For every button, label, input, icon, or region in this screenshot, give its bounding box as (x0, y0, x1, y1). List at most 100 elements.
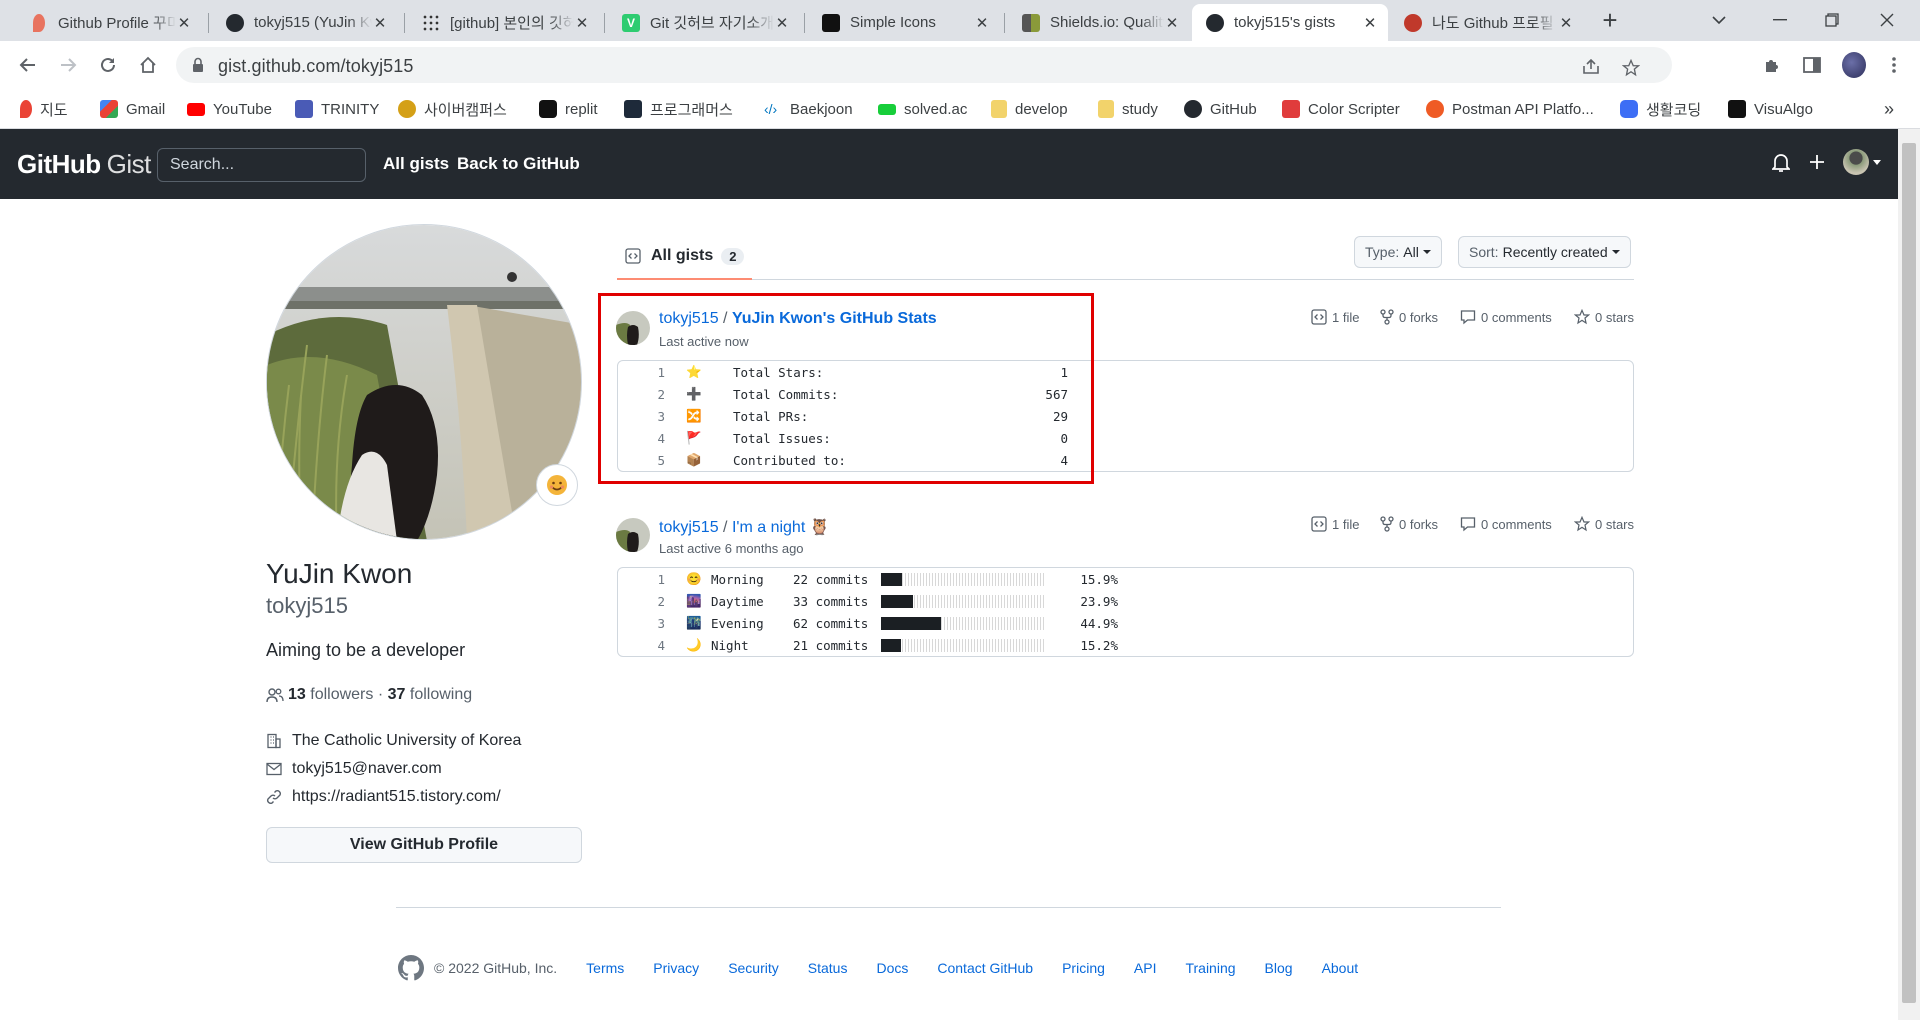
sort-dropdown[interactable]: Sort: Recently created (1458, 236, 1631, 268)
footer-link-blog[interactable]: Blog (1265, 960, 1293, 976)
browser-tab[interactable]: tokyj515 (YuJin Kwon) ✕ (212, 4, 398, 41)
nav-back-to-github[interactable]: Back to GitHub (457, 154, 580, 174)
bookmark-item[interactable]: TRINITY (295, 97, 379, 121)
bookmark-item[interactable]: 프로그래머스 (624, 97, 733, 121)
close-icon[interactable]: ✕ (1362, 14, 1378, 32)
browser-tab-active[interactable]: tokyj515's gists ✕ (1192, 4, 1388, 41)
gist-forks-link[interactable]: 0 forks (1380, 516, 1438, 532)
home-icon[interactable] (136, 53, 160, 77)
close-icon[interactable]: ✕ (372, 14, 388, 32)
back-arrow-icon[interactable] (16, 53, 40, 77)
gist-comments-link[interactable]: 0 comments (1460, 309, 1552, 325)
footer-link-about[interactable]: About (1322, 960, 1359, 976)
footer-link-terms[interactable]: Terms (586, 960, 624, 976)
followers-label: followers (310, 686, 374, 703)
github-octocat-icon[interactable] (398, 955, 424, 981)
footer-link-training[interactable]: Training (1185, 960, 1235, 976)
bookmark-item[interactable]: ‹/› Baekjoon (764, 97, 853, 121)
email-text[interactable]: tokyj515@naver.com (292, 760, 442, 778)
browser-tab[interactable]: 나도 Github 프로필 ✕ (1390, 4, 1584, 41)
gist-comments-link[interactable]: 0 comments (1460, 516, 1552, 532)
browser-tab[interactable]: [github] 본인의 깃허브 ✕ (408, 4, 600, 41)
side-panel-icon[interactable] (1800, 53, 1824, 77)
close-icon[interactable]: ✕ (574, 14, 590, 32)
github-gist-logo[interactable]: GitHub Gist (17, 149, 151, 180)
gist-owner-link[interactable]: tokyj515 (659, 519, 719, 536)
bookmark-item[interactable]: replit (539, 97, 598, 121)
bookmark-item[interactable]: 사이버캠퍼스 (398, 97, 507, 121)
share-icon[interactable] (1582, 59, 1600, 75)
bookmark-item[interactable]: 생활코딩 (1620, 97, 1701, 121)
bookmark-item[interactable]: VisuAlgo (1728, 97, 1813, 121)
gist-forks-link[interactable]: 0 forks (1380, 309, 1438, 325)
search-input[interactable] (157, 148, 366, 182)
footer-link-security[interactable]: Security (728, 960, 779, 976)
browser-tab[interactable]: Shields.io: Quality ✕ (1008, 4, 1190, 41)
footer-link-contact[interactable]: Contact GitHub (937, 960, 1033, 976)
browser-tab[interactable]: V Git 깃허브 자기소개 ✕ (608, 4, 800, 41)
gist-stars-link[interactable]: 0 stars (1574, 516, 1634, 532)
progress-fill (881, 639, 901, 652)
following-link[interactable]: 37 following (388, 686, 473, 704)
minimize-icon[interactable] (1768, 8, 1792, 32)
favicon-icon (1022, 13, 1040, 32)
gist-files-link[interactable]: 1 file (1311, 309, 1359, 325)
tab-search-icon[interactable] (1707, 8, 1731, 32)
profile-website[interactable]: https://radiant515.tistory.com/ (266, 788, 501, 806)
gist-name-link[interactable]: I'm a night 🦉 (732, 519, 830, 536)
tab-label: All gists (651, 247, 714, 264)
organization-text: The Catholic University of Korea (292, 732, 522, 749)
status-emoji-button[interactable] (536, 464, 578, 506)
close-icon[interactable]: ✕ (1164, 14, 1180, 32)
profile-email[interactable]: tokyj515@naver.com (266, 760, 442, 778)
view-github-profile-button[interactable]: View GitHub Profile (266, 827, 582, 863)
type-filter-dropdown[interactable]: Type: All (1354, 236, 1442, 268)
bookmark-item[interactable]: 지도 (20, 97, 68, 121)
nav-all-gists[interactable]: All gists (383, 154, 449, 174)
footer-link-status[interactable]: Status (808, 960, 848, 976)
browser-tab[interactable]: Github Profile 꾸미기 ✕ (16, 4, 202, 41)
menu-kebab-icon[interactable] (1882, 53, 1906, 77)
page-scrollbar[interactable] (1898, 129, 1920, 1020)
scrollbar-thumb[interactable] (1902, 143, 1916, 1003)
close-icon[interactable]: ✕ (974, 14, 990, 32)
gist-code-preview[interactable]: 1 😊 Morning 22 commits 15.9% 2 🌆 Daytime… (617, 567, 1634, 657)
close-icon[interactable]: ✕ (176, 14, 192, 32)
close-icon[interactable]: ✕ (774, 14, 790, 32)
bookmark-item[interactable]: YouTube (187, 97, 272, 121)
bookmark-star-icon[interactable] (1622, 59, 1640, 77)
bookmark-item[interactable]: Color Scripter (1282, 97, 1400, 121)
tab-all-gists[interactable]: All gists 2 (617, 234, 753, 280)
reload-icon[interactable] (96, 53, 120, 77)
followers-link[interactable]: 13 followers (288, 686, 373, 704)
bookmark-item[interactable]: GitHub (1184, 97, 1257, 121)
extensions-puzzle-icon[interactable] (1760, 53, 1784, 77)
forward-arrow-icon[interactable] (56, 53, 80, 77)
footer-link-api[interactable]: API (1134, 960, 1157, 976)
gist-owner-avatar[interactable] (616, 518, 650, 552)
new-tab-button[interactable]: + (1598, 5, 1622, 35)
bookmark-item[interactable]: Gmail (100, 97, 165, 121)
plus-icon[interactable] (1808, 153, 1826, 171)
restore-icon[interactable] (1820, 8, 1844, 32)
bookmark-folder[interactable]: study (1098, 97, 1158, 121)
address-bar[interactable]: gist.github.com/tokyj515 (176, 47, 1672, 83)
bell-icon[interactable] (1772, 153, 1790, 173)
gist-files-link[interactable]: 1 file (1311, 516, 1359, 532)
website-text[interactable]: https://radiant515.tistory.com/ (292, 788, 501, 806)
gist-stars-link[interactable]: 0 stars (1574, 309, 1634, 325)
close-window-icon[interactable] (1875, 8, 1899, 32)
footer-link-pricing[interactable]: Pricing (1062, 960, 1105, 976)
bookmark-item[interactable]: Postman API Platfo... (1426, 97, 1594, 121)
bookmark-item[interactable]: solved.ac (878, 97, 967, 121)
gist-header: GitHubGist All gists Back to GitHub (0, 129, 1898, 199)
files-count: 1 file (1332, 516, 1360, 532)
bookmarks-overflow-button[interactable]: » (1884, 97, 1894, 121)
footer-link-privacy[interactable]: Privacy (653, 960, 699, 976)
close-icon[interactable]: ✕ (1558, 14, 1574, 32)
browser-tab[interactable]: Simple Icons ✕ (808, 4, 1000, 41)
bookmark-folder[interactable]: develop (991, 97, 1068, 121)
profile-avatar[interactable] (1842, 52, 1866, 78)
footer-link-docs[interactable]: Docs (876, 960, 908, 976)
user-menu-avatar[interactable] (1843, 149, 1881, 175)
